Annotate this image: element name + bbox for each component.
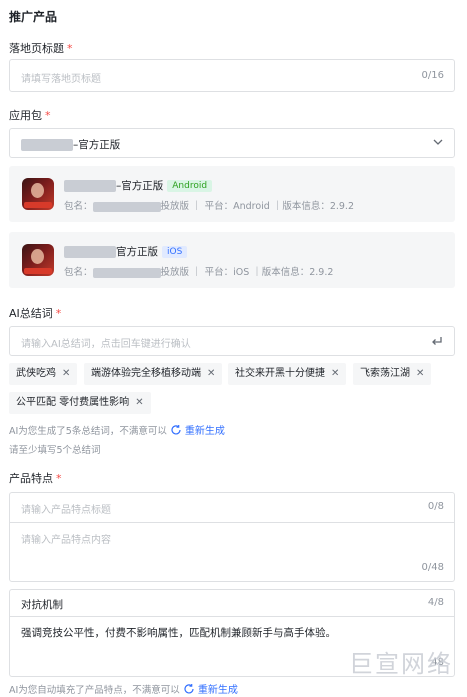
close-icon[interactable]: ✕	[62, 368, 70, 379]
app-package-selected: –官方正版	[21, 137, 120, 152]
close-icon[interactable]: ✕	[207, 368, 215, 379]
ai-keywords-hint: AI为您生成了5条总结词，不满意可以 重新生成	[9, 424, 225, 439]
ai-keywords-placeholder: 请输入AI总结词，点击回车键进行确认	[21, 339, 191, 350]
app-name: 官方正版 iOS	[64, 244, 188, 259]
keyword-tag[interactable]: 社交来开黑十分便捷 ✕	[228, 363, 347, 385]
keyword-tag[interactable]: 端游体验完全移植移动端 ✕	[84, 363, 223, 385]
app-icon	[22, 244, 54, 276]
close-icon[interactable]: ✕	[331, 368, 339, 379]
landing-title-counter: 0/16	[421, 70, 444, 81]
close-icon[interactable]: ✕	[416, 368, 424, 379]
enter-key-icon	[430, 334, 444, 351]
ai-keywords-input[interactable]: 请输入AI总结词，点击回车键进行确认	[9, 326, 455, 356]
feature-content-placeholder: 请输入产品特点内容	[21, 535, 111, 546]
feature-content-input[interactable]: 请输入产品特点内容 0/48	[10, 523, 454, 581]
refresh-icon[interactable]	[183, 683, 195, 697]
feature-title-input[interactable]: 对抗机制 4/8	[10, 590, 454, 617]
close-icon[interactable]: ✕	[135, 397, 143, 408]
feature-title-placeholder: 请输入产品特点标题	[21, 505, 111, 516]
landing-title-input[interactable]: 请填写落地页标题 0/16	[9, 59, 455, 92]
keyword-tag[interactable]: 武侠吃鸡 ✕	[9, 363, 78, 385]
feature-content-value: 强调竞技公平性，付费不影响属性，匹配机制兼顾新手与高手体验。	[21, 627, 336, 639]
features-hint: AI为您自动填充了产品特点，不满意可以 重新生成	[9, 683, 238, 697]
platform-badge: Android	[167, 180, 213, 192]
app-package-label: 应用包 *	[9, 109, 51, 122]
keyword-tag[interactable]: 飞索荡江湖 ✕	[353, 363, 432, 385]
app-meta: 包名： 投放版 ｜ 平台：iOS ｜版本信息：2.9.2	[64, 267, 334, 278]
feature-title-input[interactable]: 请输入产品特点标题 0/8	[10, 493, 454, 523]
app-name: –官方正版 Android	[64, 178, 213, 193]
app-icon	[22, 178, 54, 210]
ai-keywords-label: AI总结词 *	[9, 307, 62, 320]
regenerate-features-link[interactable]: 重新生成	[198, 685, 238, 696]
feature-title-counter: 4/8	[427, 597, 444, 608]
app-card-ios[interactable]: 官方正版 iOS 包名： 投放版 ｜ 平台：iOS ｜版本信息：2.9.2	[9, 232, 455, 288]
redacted-text	[21, 139, 73, 151]
feature-content-counter: 0/48	[421, 562, 444, 573]
feature-title-counter: 0/8	[427, 501, 444, 512]
regenerate-keywords-link[interactable]: 重新生成	[185, 426, 225, 437]
landing-title-label: 落地页标题 *	[9, 42, 73, 55]
app-card-android[interactable]: –官方正版 Android 包名： 投放版 ｜ 平台：Android ｜版本信息：2…	[9, 166, 455, 222]
features-label: 产品特点 *	[9, 472, 62, 485]
app-package-select[interactable]: –官方正版	[9, 128, 455, 158]
landing-title-placeholder: 请填写落地页标题	[21, 74, 101, 85]
watermark: 巨宣网络	[349, 650, 453, 678]
refresh-icon[interactable]	[170, 424, 182, 439]
chevron-down-icon	[432, 136, 444, 151]
app-meta: 包名： 投放版 ｜ 平台：Android ｜版本信息：2.9.2	[64, 201, 354, 212]
section-title: 推广产品	[9, 10, 58, 24]
platform-badge: iOS	[162, 246, 188, 258]
feature-empty-group: 请输入产品特点标题 0/8 请输入产品特点内容 0/48	[9, 492, 455, 582]
feature-title-value: 对抗机制	[21, 599, 63, 611]
ai-keywords-min-hint: 请至少填写5个总结词	[9, 445, 101, 456]
keyword-tag[interactable]: 公平匹配 零付费属性影响 ✕	[9, 392, 151, 414]
